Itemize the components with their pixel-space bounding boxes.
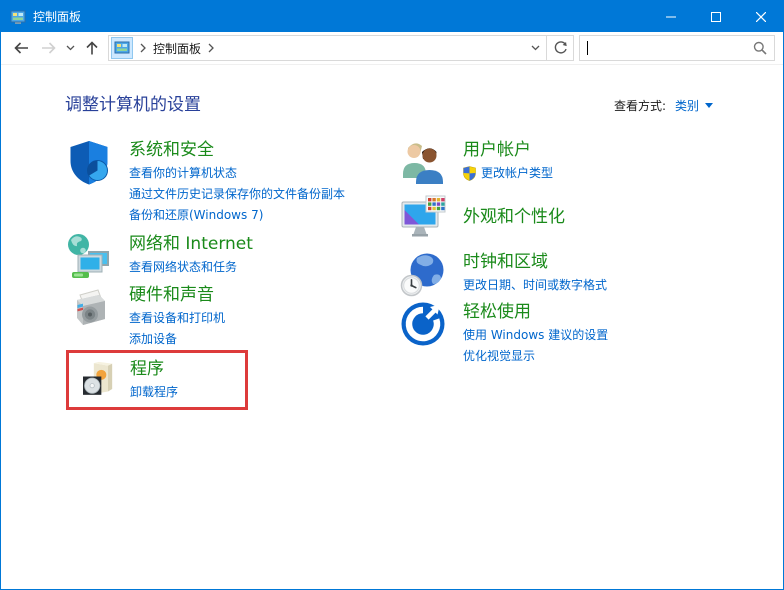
category-ease-of-access: 轻松使用 使用 Windows 建议的设置 优化视觉显示 <box>399 300 729 367</box>
category-column-left: 系统和安全 查看你的计算机状态 通过文件历史记录保存你的文件备份副本 备份和还原… <box>65 138 399 410</box>
search-input[interactable] <box>588 38 753 58</box>
appearance-monitor-icon[interactable] <box>399 193 447 241</box>
clock-globe-icon[interactable] <box>399 250 447 298</box>
category-title-link[interactable]: 时钟和区域 <box>463 251 607 273</box>
task-link[interactable]: 优化视觉显示 <box>463 346 608 367</box>
titlebar: 控制面板 <box>1 1 783 32</box>
task-link[interactable]: 备份和还原(Windows 7) <box>129 205 345 226</box>
window-title: 控制面板 <box>33 8 81 25</box>
address-dropdown-icon[interactable] <box>524 45 546 51</box>
minimize-button[interactable] <box>648 1 693 32</box>
chevron-right-icon[interactable] <box>133 43 153 53</box>
search-icon[interactable] <box>753 41 767 55</box>
view-by-label: 查看方式: <box>614 97 666 114</box>
task-link[interactable]: 更改帐户类型 <box>481 163 553 184</box>
ease-of-access-icon[interactable] <box>399 300 447 348</box>
category-title-link[interactable]: 程序 <box>130 358 178 380</box>
programs-box-icon[interactable] <box>78 357 118 401</box>
category-clock-region: 时钟和区域 更改日期、时间或数字格式 <box>399 250 729 298</box>
category-user-accounts: 用户帐户 更改帐户类型 <box>399 138 729 186</box>
security-shield-icon[interactable] <box>65 138 113 186</box>
refresh-button[interactable] <box>546 35 574 61</box>
window-controls <box>648 1 783 32</box>
uac-shield-icon <box>463 166 476 181</box>
task-link[interactable]: 卸载程序 <box>130 382 178 403</box>
task-link[interactable]: 查看设备和打印机 <box>129 308 225 329</box>
up-button[interactable] <box>78 34 106 62</box>
category-title-link[interactable]: 网络和 Internet <box>129 233 253 255</box>
task-link[interactable]: 添加设备 <box>129 329 225 350</box>
category-system-security: 系统和安全 查看你的计算机状态 通过文件历史记录保存你的文件备份副本 备份和还原… <box>65 138 399 226</box>
page-title: 调整计算机的设置 <box>65 90 201 115</box>
category-column-right: 用户帐户 更改帐户类型 <box>399 138 729 410</box>
category-appearance-personalization: 外观和个性化 <box>399 193 729 241</box>
task-link[interactable]: 更改日期、时间或数字格式 <box>463 275 607 296</box>
category-programs: 程序 卸载程序 <box>130 357 178 403</box>
task-link[interactable]: 通过文件历史记录保存你的文件备份副本 <box>129 184 345 205</box>
task-link[interactable]: 使用 Windows 建议的设置 <box>463 325 608 346</box>
category-title-link[interactable]: 系统和安全 <box>129 139 345 161</box>
forward-button[interactable] <box>35 34 63 62</box>
view-by-dropdown[interactable]: 类别 <box>675 97 713 114</box>
control-panel-home: 调整计算机的设置 查看方式: 类别 <box>1 65 783 589</box>
control-panel-window: 控制面板 <box>0 0 784 590</box>
task-link[interactable]: 查看你的计算机状态 <box>129 163 345 184</box>
category-hardware-sound: 硬件和声音 查看设备和打印机 添加设备 <box>65 283 399 350</box>
printer-sound-icon[interactable] <box>65 283 113 331</box>
navigation-toolbar: 控制面板 <box>1 32 783 65</box>
breadcrumb-location-icon[interactable] <box>111 37 133 59</box>
chevron-down-icon <box>705 103 713 108</box>
highlight-box-programs: 程序 卸载程序 <box>66 350 248 410</box>
category-title-link[interactable]: 外观和个性化 <box>463 206 565 228</box>
category-title-link[interactable]: 轻松使用 <box>463 301 608 323</box>
task-link[interactable]: 查看网络状态和任务 <box>129 257 253 278</box>
category-network-internet: 网络和 Internet 查看网络状态和任务 <box>65 232 399 280</box>
category-title-link[interactable]: 硬件和声音 <box>129 284 225 306</box>
search-box[interactable] <box>579 35 775 61</box>
breadcrumb-item-control-panel[interactable]: 控制面板 <box>153 40 201 57</box>
user-accounts-icon[interactable] <box>399 138 447 186</box>
close-button[interactable] <box>738 1 783 32</box>
recent-pages-dropdown-icon[interactable] <box>63 34 78 62</box>
maximize-button[interactable] <box>693 1 738 32</box>
category-title-link[interactable]: 用户帐户 <box>463 139 553 161</box>
breadcrumb: 控制面板 <box>108 35 574 61</box>
network-globe-icon[interactable] <box>65 232 113 280</box>
chevron-right-icon[interactable] <box>201 43 221 53</box>
control-panel-icon <box>10 9 26 25</box>
back-button[interactable] <box>7 34 35 62</box>
